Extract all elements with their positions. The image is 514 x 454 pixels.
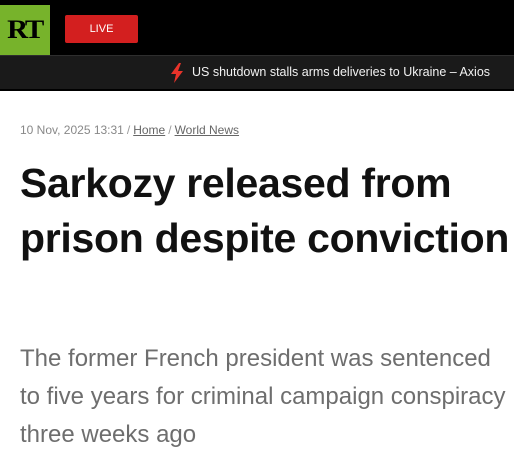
breadcrumb: 10 Nov, 2025 13:31/Home / World News xyxy=(20,123,239,137)
breadcrumb-home-link[interactable]: Home xyxy=(133,123,165,137)
news-ticker: US shutdown stalls arms deliveries to Uk… xyxy=(0,55,514,89)
logo-text: RT xyxy=(7,15,45,44)
article-summary: The former French president was sentence… xyxy=(20,345,506,448)
site-header: RT LIVE US shutdown stalls arms deliveri… xyxy=(0,0,514,91)
live-button[interactable]: LIVE xyxy=(65,15,138,43)
lightning-bolt-icon xyxy=(171,63,183,83)
breadcrumb-section-link[interactable]: World News xyxy=(175,123,239,137)
publish-timestamp: 10 Nov, 2025 13:31 xyxy=(20,123,124,137)
rt-logo[interactable]: RT xyxy=(0,5,50,55)
breadcrumb-separator: / xyxy=(168,123,172,137)
page: RT LIVE US shutdown stalls arms deliveri… xyxy=(0,0,514,454)
breadcrumb-separator: / xyxy=(126,123,131,137)
article-title: Sarkozy released from prison despite con… xyxy=(20,160,510,261)
ticker-headline-link[interactable]: US shutdown stalls arms deliveries to Uk… xyxy=(192,56,490,88)
